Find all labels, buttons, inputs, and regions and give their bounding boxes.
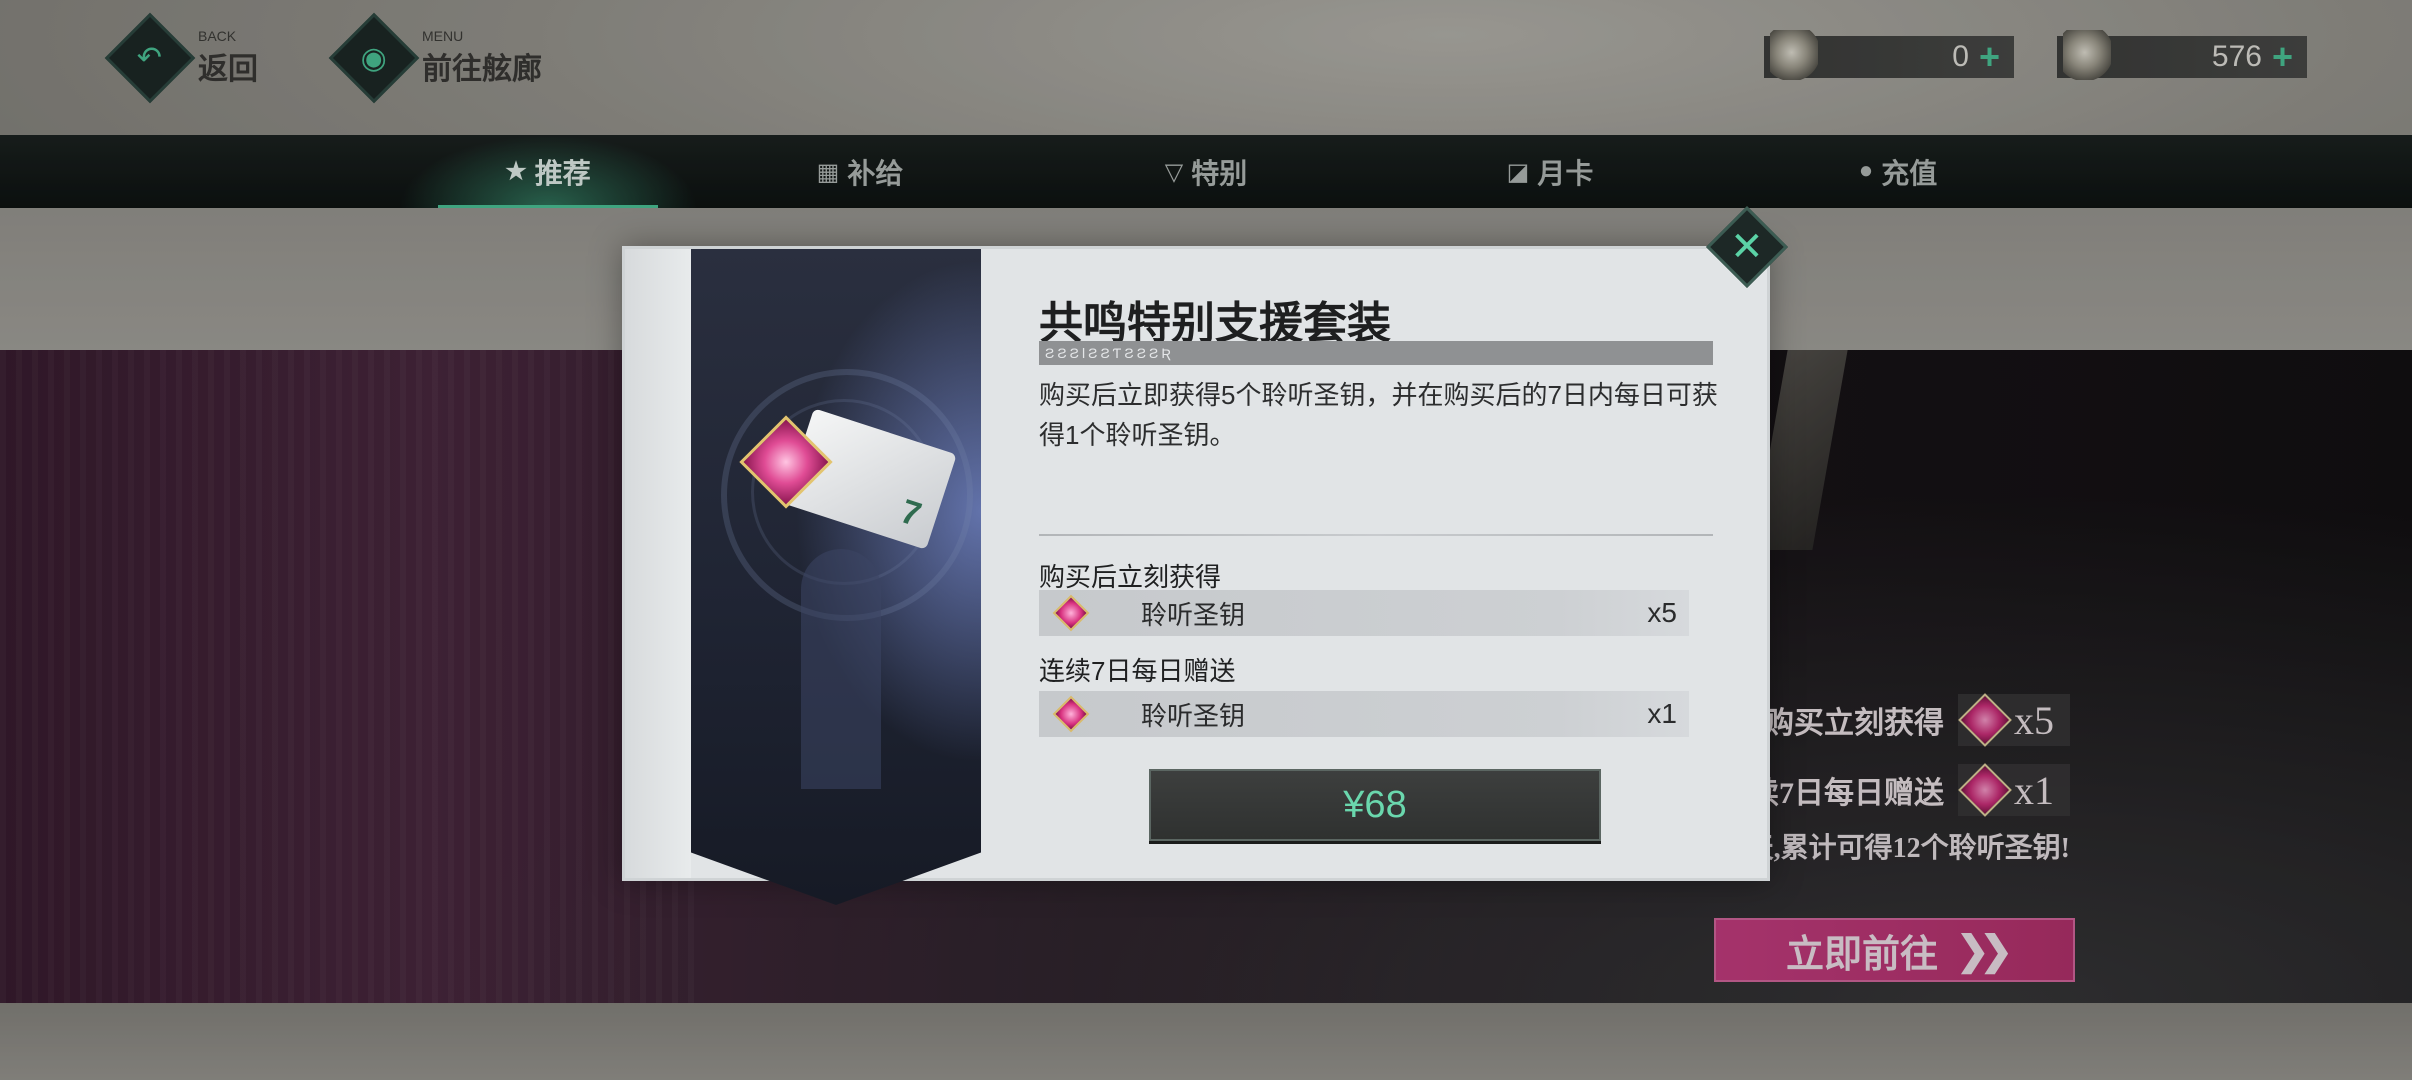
ticket-number: 7 [896, 492, 926, 535]
modal-divider [1039, 534, 1713, 536]
package-art-banner [691, 249, 981, 905]
price-label: ¥68 [1343, 783, 1407, 826]
daily-reward-heading: 连续7日每日赠送 [1039, 656, 1236, 686]
purchase-button[interactable]: ¥68 [1149, 769, 1601, 841]
modal-edge [625, 249, 691, 878]
modal-description: 购买后立即获得5个聆听圣钥，并在购买后的7日内每日可获得1个聆听圣钥。 [1039, 380, 1718, 450]
daily-reward-item[interactable]: 聆听圣钥 x1 [1039, 691, 1689, 737]
instant-reward-item[interactable]: 聆听圣钥 x5 [1039, 590, 1689, 636]
instant-reward-heading: 购买后立刻获得 [1039, 562, 1222, 592]
package-modal: 7 共鸣特别支援套装 ƧƧƧƖƧƧƬƧƧƧƦ 购买后立即获得5个聆听圣钥，并在购… [622, 246, 1770, 905]
daily-item-count: x1 [1647, 698, 1677, 729]
holy-key-gem-icon [1052, 594, 1090, 632]
cipher-strip: ƧƧƧƖƧƧƬƧƧƧƦ [1039, 341, 1713, 365]
daily-item-name: 聆听圣钥 [1141, 700, 1246, 731]
holy-key-gem-icon [1052, 695, 1090, 733]
instant-item-count: x5 [1647, 597, 1677, 628]
close-icon: ✕ [1730, 224, 1764, 269]
banner-emblem-pillar [801, 549, 881, 789]
instant-item-name: 聆听圣钥 [1141, 599, 1246, 630]
